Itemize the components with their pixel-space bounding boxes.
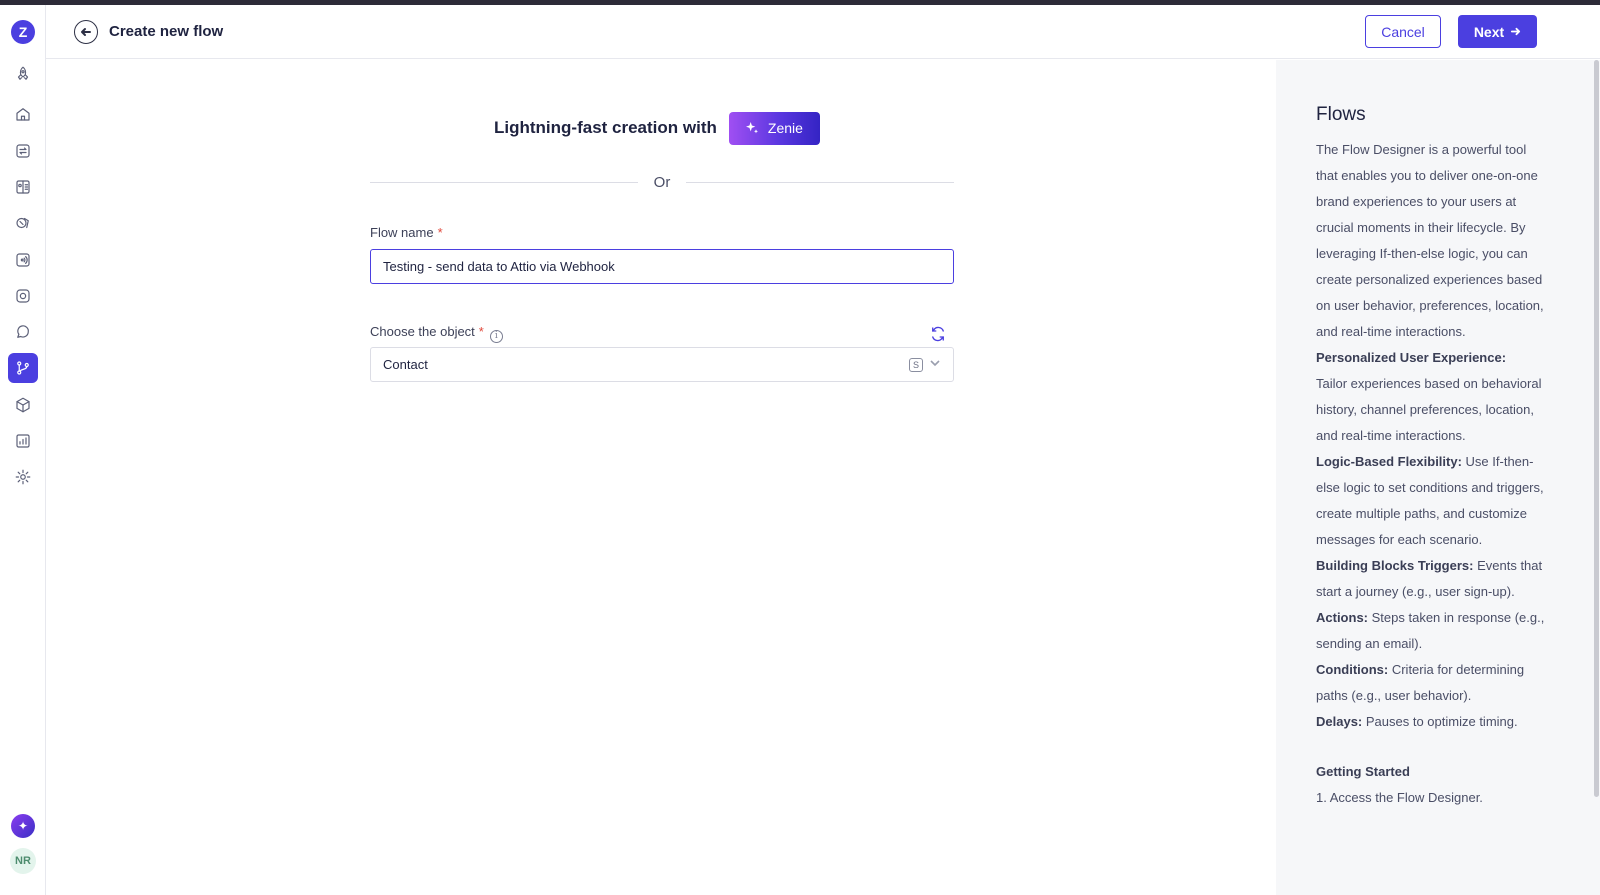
brand-logo-letter: Z: [18, 24, 28, 40]
brand-logo[interactable]: Z: [11, 20, 35, 44]
panel-section-title: Actions:: [1316, 610, 1368, 625]
panel-section: Conditions: Criteria for determining pat…: [1316, 657, 1550, 709]
instagram-icon: [16, 289, 30, 303]
back-button[interactable]: [74, 20, 98, 44]
gear-icon: [15, 469, 31, 485]
object-select-value: Contact: [383, 357, 428, 372]
panel-section-title: Building Blocks Triggers:: [1316, 558, 1474, 573]
zenie-button-label: Zenie: [767, 120, 803, 136]
sidebar-item-contacts[interactable]: [8, 172, 38, 202]
next-button[interactable]: Next: [1458, 15, 1537, 48]
object-select[interactable]: Contact S: [370, 347, 954, 382]
required-mark: *: [478, 324, 484, 339]
arrow-left-icon: [81, 28, 91, 36]
divider-line-right: [686, 181, 955, 183]
page-title: Create new flow: [109, 23, 224, 40]
sidebar-item-flows[interactable]: [8, 353, 38, 383]
sidebar-item-analytics[interactable]: [8, 426, 38, 456]
zenie-button[interactable]: Zenie: [728, 111, 820, 145]
flow-name-label-text: Flow name: [370, 225, 434, 240]
panel-scrollbar[interactable]: [1594, 60, 1599, 797]
flow-branch-icon: [17, 361, 29, 375]
contacts-icon: [16, 180, 30, 194]
sidebar-item-home[interactable]: [8, 99, 38, 129]
swap-icon: [16, 144, 30, 158]
flow-name-input[interactable]: [370, 249, 954, 284]
sparkle-icon: ✦: [17, 819, 29, 833]
sidebar-item-segments[interactable]: [8, 208, 38, 238]
hero-text: Lightning-fast creation with: [494, 118, 717, 137]
refresh-icon[interactable]: [929, 325, 947, 343]
sidebar-item-instagram[interactable]: [8, 281, 38, 311]
analytics-icon: [16, 434, 30, 448]
sidebar-item-broadcast[interactable]: [8, 245, 38, 275]
sidebar: Z ✦ NR: [0, 5, 46, 895]
info-icon[interactable]: i: [489, 329, 503, 343]
sidebar-item-products[interactable]: [8, 390, 38, 420]
panel-section-text: Tailor experiences based on behavioral h…: [1316, 376, 1542, 443]
or-divider: Or: [370, 172, 955, 192]
help-panel: Flows The Flow Designer is a powerful to…: [1276, 60, 1600, 895]
required-mark: *: [437, 225, 443, 240]
avatar-initials: NR: [15, 855, 31, 867]
panel-section: Actions: Steps taken in response (e.g., …: [1316, 605, 1550, 657]
panel-section-text: Pauses to optimize timing.: [1365, 714, 1518, 729]
object-badge: S: [909, 357, 923, 372]
sidebar-item-settings[interactable]: [8, 462, 38, 492]
sidebar-item-swap[interactable]: [8, 136, 38, 166]
cancel-button-label: Cancel: [1381, 23, 1425, 40]
panel-intro: The Flow Designer is a powerful tool tha…: [1316, 142, 1544, 339]
rocket-icon: [17, 66, 29, 80]
chat-icon: [17, 325, 29, 338]
avatar[interactable]: NR: [10, 848, 36, 874]
panel-body: The Flow Designer is a powerful tool tha…: [1316, 137, 1550, 811]
object-label: Choose the object * i: [370, 324, 503, 343]
flow-name-label: Flow name *: [370, 225, 443, 240]
arrow-right-icon: [1511, 27, 1521, 36]
panel-title: Flows: [1316, 104, 1366, 125]
page-header: Create new flow Cancel Next: [46, 5, 1600, 59]
panel-section-title: Conditions:: [1316, 662, 1389, 677]
panel-section: Personalized User Experience: Tailor expe…: [1316, 345, 1550, 449]
segments-icon: [16, 217, 29, 229]
ai-assistant-button[interactable]: ✦: [11, 814, 35, 838]
panel-section: Building Blocks Triggers: Events that st…: [1316, 553, 1550, 605]
panel-section: Delays: Pauses to optimize timing.: [1316, 709, 1550, 735]
panel-section-title: Delays:: [1316, 714, 1363, 729]
panel-section: Logic-Based Flexibility: Use If-then-els…: [1316, 449, 1550, 553]
object-label-text: Choose the object: [370, 324, 475, 339]
getting-started-step: 1. Access the Flow Designer.: [1316, 790, 1483, 805]
sidebar-item-chat[interactable]: [8, 317, 38, 347]
broadcast-icon: [16, 253, 30, 267]
cube-icon: [16, 397, 30, 413]
panel-section-title: Personalized User Experience:: [1316, 350, 1507, 365]
getting-started-title-text: Getting Started: [1316, 764, 1410, 779]
home-icon: [16, 108, 30, 121]
getting-started-title: Getting Started: [1316, 759, 1550, 785]
zenie-hero: Lightning-fast creation with Zenie: [494, 111, 820, 145]
sidebar-item-launch[interactable]: [8, 59, 38, 89]
cancel-button[interactable]: Cancel: [1365, 15, 1441, 48]
or-text: Or: [653, 173, 671, 191]
divider-line-left: [370, 181, 638, 183]
panel-section-title: Logic-Based Flexibility:: [1316, 454, 1462, 469]
chevron-down-icon: [929, 357, 941, 372]
next-button-label: Next: [1473, 23, 1505, 40]
sparkle-icon: [745, 122, 758, 134]
